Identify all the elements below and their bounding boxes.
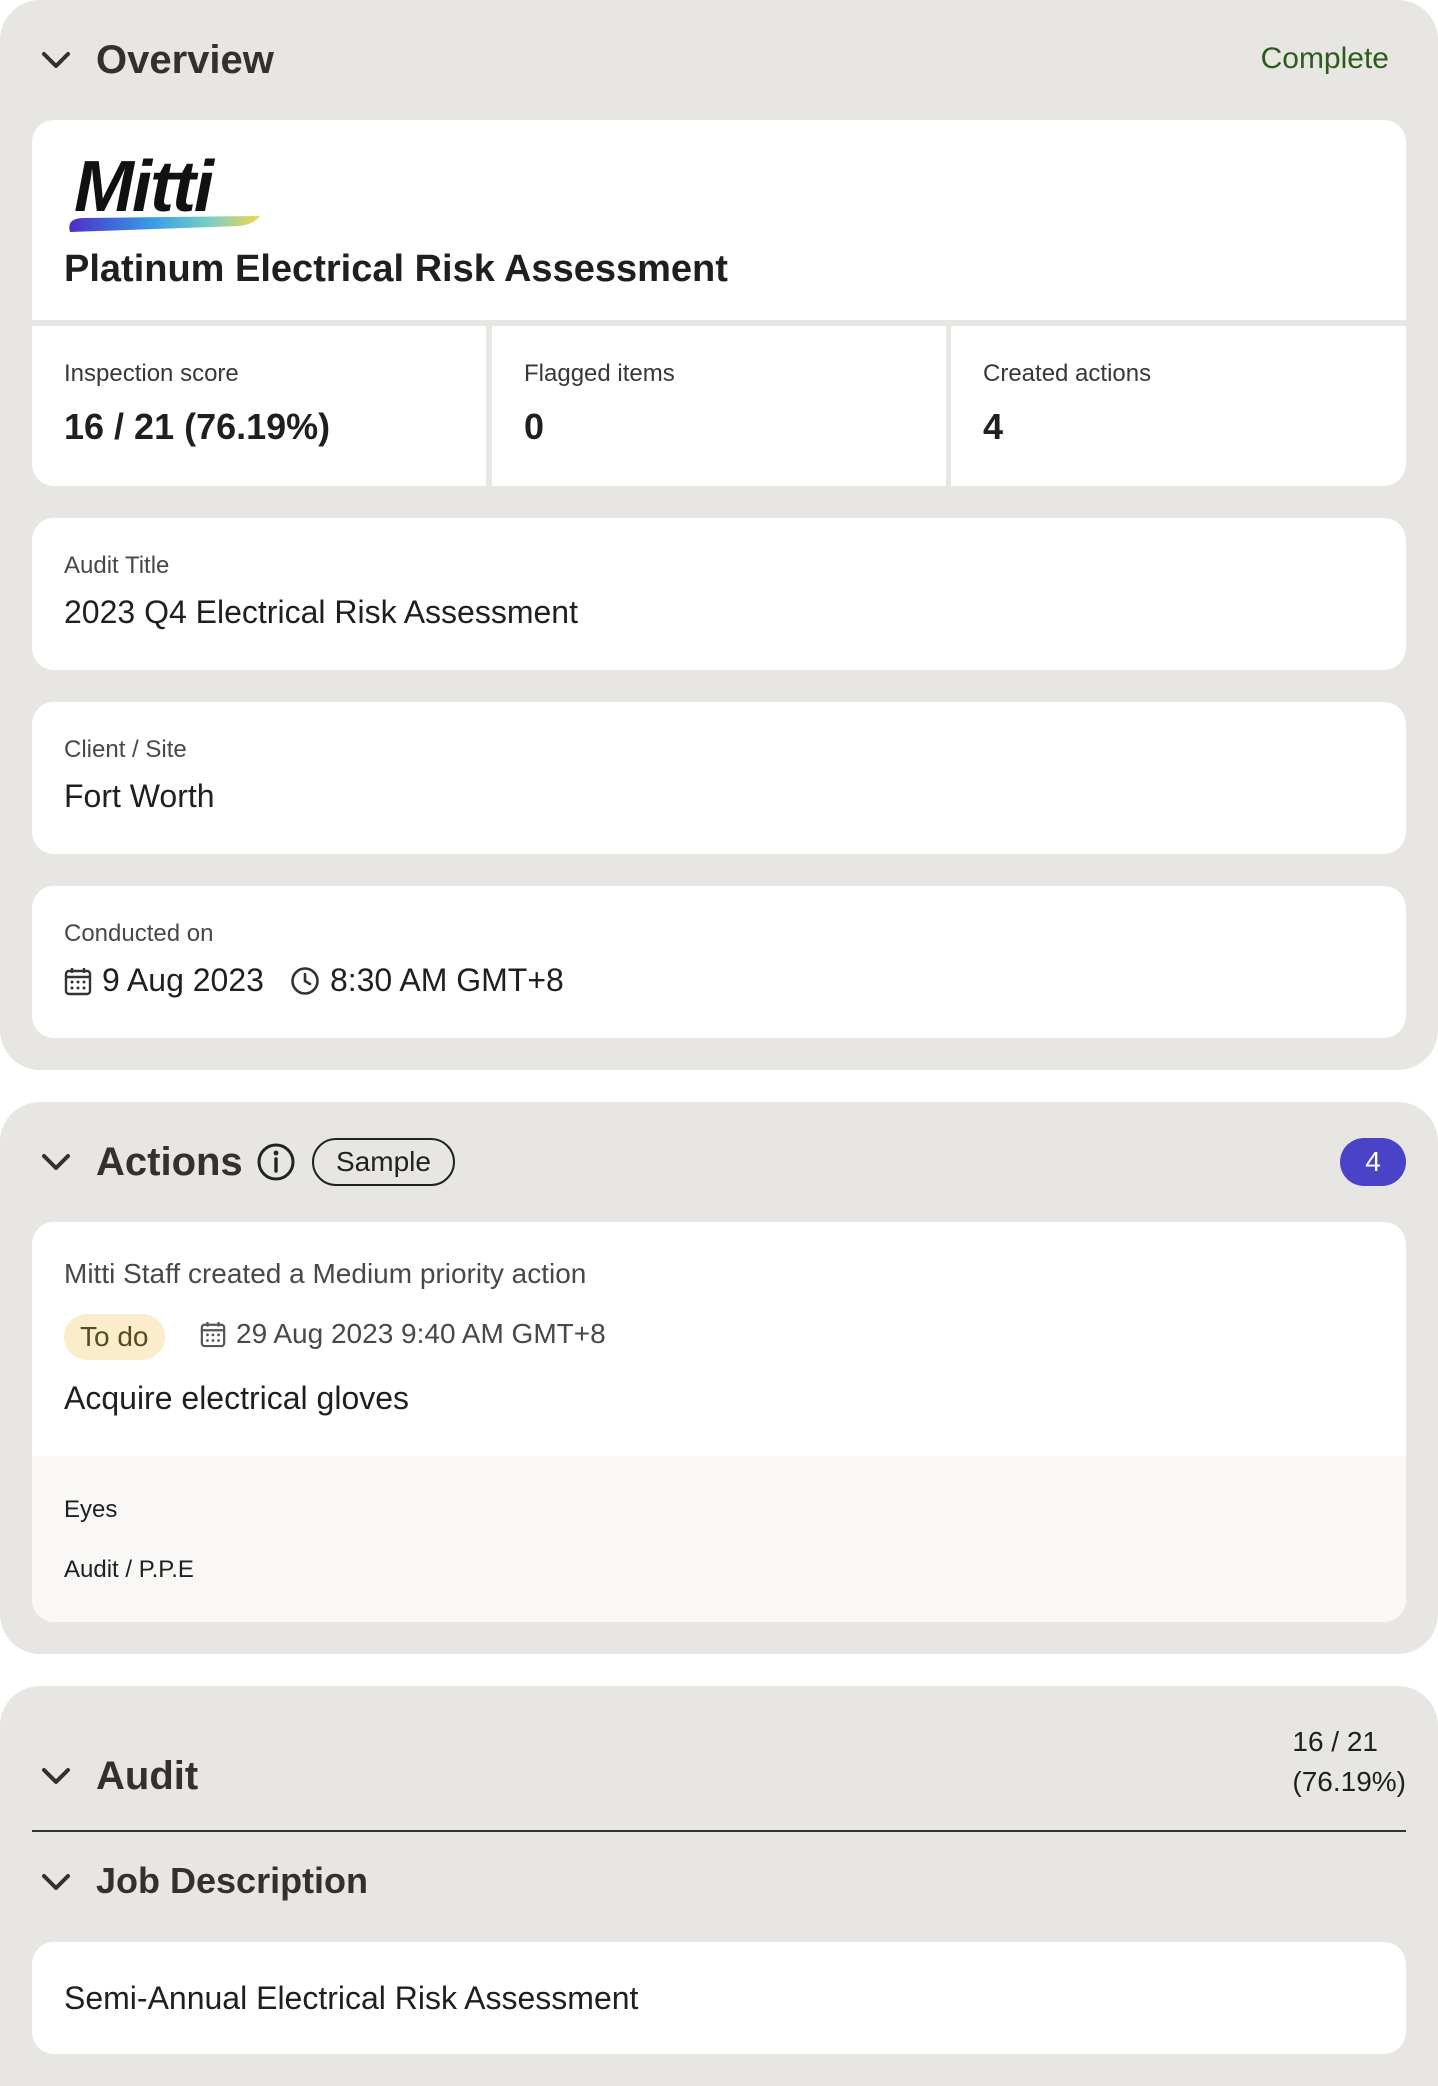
calendar-icon <box>64 966 92 996</box>
client-site-value: Fort Worth <box>64 778 215 814</box>
audit-score: 16 / 21 (76.19%) <box>1292 1722 1406 1802</box>
audit-section: Audit 16 / 21 (76.19%) Job Description S… <box>0 1686 1438 2086</box>
overview-section: Overview Complete Mitti Platinum Electri… <box>0 0 1438 1070</box>
job-description-header[interactable]: Job Description <box>0 1836 1438 1926</box>
info-icon[interactable] <box>256 1142 296 1182</box>
sample-tag: Sample <box>312 1138 455 1186</box>
audit-title-card[interactable]: Audit Title 2023 Q4 Electrical Risk Asse… <box>32 518 1406 670</box>
logo-swoosh <box>69 216 260 232</box>
calendar-icon <box>200 1320 226 1348</box>
template-header-card: Mitti Platinum Electrical Risk Assessmen… <box>32 120 1406 320</box>
stat-flagged-items: Flagged items 0 <box>492 326 946 486</box>
audit-divider <box>32 1830 1406 1832</box>
job-description-value: Semi-Annual Electrical Risk Assessment <box>64 1980 639 2016</box>
action-meta: Mitti Staff created a Medium priority ac… <box>64 1258 587 1289</box>
actions-title: Actions <box>96 1140 243 1184</box>
action-title: Acquire electrical gloves <box>64 1380 410 1416</box>
job-description-title: Job Description <box>96 1860 369 1901</box>
actions-header[interactable]: Actions Sample 4 <box>0 1102 1438 1222</box>
action-question: Eyes <box>64 1496 118 1523</box>
client-site-label: Client / Site <box>64 736 187 763</box>
action-status-badge: To do <box>64 1314 165 1360</box>
actions-section: Actions Sample 4 Mitti Staff created a M… <box>0 1102 1438 1654</box>
action-due-date: 29 Aug 2023 9:40 AM GMT+8 <box>236 1318 606 1349</box>
conducted-on-label: Conducted on <box>64 920 214 947</box>
audit-title: Audit <box>96 1754 199 1798</box>
mitti-logo: Mitti <box>64 146 274 254</box>
stat-label: Flagged items <box>524 360 675 387</box>
actions-count-badge: 4 <box>1340 1138 1406 1186</box>
action-card[interactable]: Mitti Staff created a Medium priority ac… <box>32 1222 1406 1622</box>
audit-title-label: Audit Title <box>64 552 170 579</box>
stat-value: 0 <box>524 406 545 447</box>
audit-title-value: 2023 Q4 Electrical Risk Assessment <box>64 594 578 630</box>
chevron-down-icon[interactable] <box>38 1144 74 1180</box>
chevron-down-icon[interactable] <box>38 42 74 78</box>
audit-score-fraction: 16 / 21 <box>1292 1726 1379 1757</box>
template-title: Platinum Electrical Risk Assessment <box>64 248 728 290</box>
conducted-date: 9 Aug 2023 <box>102 962 264 998</box>
job-description-card[interactable]: Semi-Annual Electrical Risk Assessment <box>32 1942 1406 2054</box>
chevron-down-icon[interactable] <box>38 1758 74 1794</box>
conducted-time: 8:30 AM GMT+8 <box>329 962 564 998</box>
completion-status: Complete <box>1260 42 1389 75</box>
stat-label: Created actions <box>983 360 1152 387</box>
overview-title: Overview <box>96 38 274 82</box>
action-context: Eyes Audit / P.P.E <box>32 1456 1406 1622</box>
stat-created-actions: Created actions 4 <box>951 326 1406 486</box>
chevron-down-icon[interactable] <box>38 1864 74 1900</box>
stat-value: 4 <box>983 406 1004 447</box>
action-path: Audit / P.P.E <box>64 1556 194 1583</box>
audit-score-percent: (76.19%) <box>1292 1766 1406 1797</box>
overview-header[interactable]: Overview Complete <box>0 0 1438 120</box>
client-site-card[interactable]: Client / Site Fort Worth <box>32 702 1406 854</box>
clock-icon <box>290 966 320 996</box>
conducted-on-card[interactable]: Conducted on 9 Aug 2023 8:30 AM GMT+8 <box>32 886 1406 1038</box>
audit-header[interactable]: Audit 16 / 21 (76.19%) <box>0 1686 1438 1806</box>
stat-label: Inspection score <box>64 360 239 387</box>
stat-value: 16 / 21 (76.19%) <box>64 406 331 447</box>
stat-inspection-score: Inspection score 16 / 21 (76.19%) <box>32 326 486 486</box>
